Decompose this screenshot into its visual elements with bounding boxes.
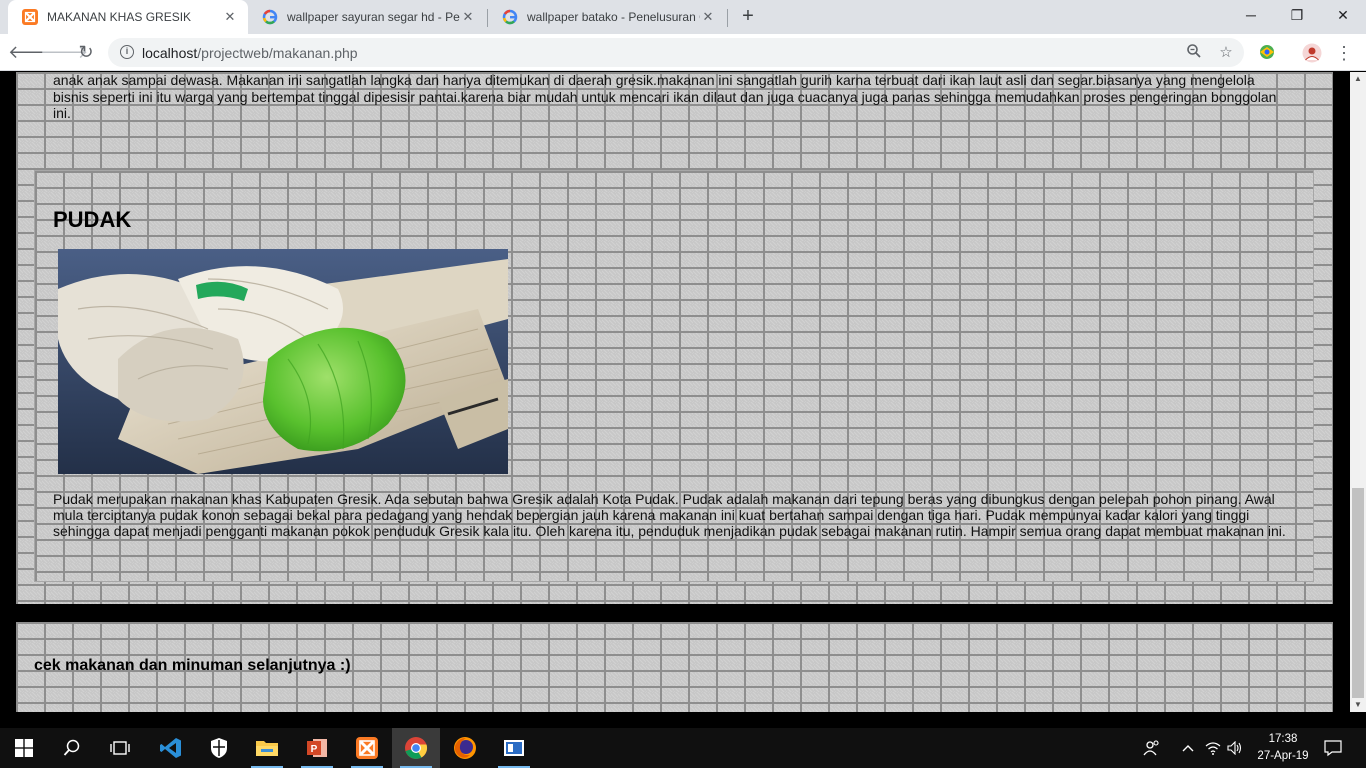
footer-link-text: cek makanan dan minuman selanjutnya :): [34, 657, 351, 674]
google-icon: [262, 9, 278, 25]
windows-security-icon[interactable]: [195, 728, 243, 768]
scroll-up-arrow-icon[interactable]: ▲: [1350, 72, 1366, 86]
tab-title: MAKANAN KHAS GRESIK: [47, 10, 192, 24]
tab-divider: [727, 9, 728, 27]
pudak-image: [58, 249, 508, 474]
scroll-down-arrow-icon[interactable]: ▼: [1350, 698, 1366, 712]
powerpoint-icon[interactable]: P: [293, 728, 341, 768]
windows-taskbar: P 17:38 27-Apr-19: [0, 728, 1366, 768]
tab-title: wallpaper batako - Penelusuran G: [527, 10, 700, 24]
minimize-button[interactable]: ─: [1228, 0, 1274, 30]
vscode-icon[interactable]: [147, 728, 195, 768]
reload-icon: ↻: [78, 42, 94, 62]
food-title: PUDAK: [53, 207, 132, 232]
wifi-icon[interactable]: [1203, 728, 1223, 768]
chevron-up-icon[interactable]: [1178, 728, 1198, 768]
browser-menu-icon[interactable]: ⋮: [1334, 43, 1354, 63]
food-description: Pudak merupakan makanan khas Kabupaten G…: [53, 491, 1286, 540]
new-tab-button[interactable]: +: [737, 5, 759, 27]
close-window-button[interactable]: ✕: [1320, 0, 1366, 30]
tab-title: wallpaper sayuran segar hd - Pen: [287, 10, 460, 24]
url-host: localhost: [142, 45, 198, 61]
site-info-icon[interactable]: i: [120, 45, 134, 59]
forward-button[interactable]: 🡒: [40, 39, 88, 65]
reload-button[interactable]: ↻: [73, 39, 99, 65]
profile-avatar-icon[interactable]: [1302, 43, 1322, 63]
previous-item-description: anak anak sampai dewasa. Makanan ini san…: [53, 72, 1277, 121]
notification-center-icon[interactable]: [1320, 728, 1346, 768]
browser-toolbar: 🡐 🡒 ↻ i localhost/projectweb/makanan.php…: [0, 34, 1366, 71]
url-text: localhost/projectweb/makanan.php: [142, 45, 358, 61]
chrome-icon[interactable]: [392, 728, 440, 768]
task-view-icon[interactable]: [96, 728, 144, 768]
food-card-pudak: PUDAK Pudak merupakan makanan khas Kabup…: [34, 170, 1314, 582]
restore-button[interactable]: ❐: [1274, 0, 1320, 30]
content-panel: anak anak sampai dewasa. Makanan ini san…: [16, 72, 1333, 604]
tab-makanan-khas-gresik[interactable]: MAKANAN KHAS GRESIK ✕: [8, 0, 248, 34]
bookmark-star-icon[interactable]: ☆: [1216, 43, 1236, 63]
search-icon[interactable]: [48, 728, 96, 768]
footer-panel: cek makanan dan minuman selanjutnya :): [16, 622, 1333, 712]
tab-wallpaper-sayuran[interactable]: wallpaper sayuran segar hd - Pen ✕: [248, 0, 486, 34]
browser-tab-strip: MAKANAN KHAS GRESIK ✕ wallpaper sayuran …: [0, 0, 1366, 34]
extension-icon[interactable]: [1257, 43, 1277, 63]
remote-app-icon[interactable]: [490, 728, 538, 768]
zoom-icon[interactable]: [1184, 43, 1204, 63]
xampp-icon[interactable]: [343, 728, 391, 768]
firefox-icon[interactable]: [441, 728, 489, 768]
tab-wallpaper-batako[interactable]: wallpaper batako - Penelusuran G ✕: [488, 0, 726, 34]
close-tab-icon[interactable]: ✕: [460, 9, 476, 25]
clock-date: 27-Apr-19: [1257, 750, 1309, 762]
volume-icon[interactable]: [1225, 728, 1245, 768]
scrollbar-thumb[interactable]: [1352, 488, 1364, 698]
url-path: /projectweb/makanan.php: [197, 45, 358, 61]
back-button[interactable]: 🡐: [8, 39, 56, 65]
people-icon[interactable]: [1140, 728, 1164, 768]
file-explorer-icon[interactable]: [243, 728, 291, 768]
clock-time: 17:38: [1268, 733, 1298, 745]
page-viewport: anak anak sampai dewasa. Makanan ini san…: [0, 72, 1350, 712]
system-clock[interactable]: 17:38 27-Apr-19: [1250, 731, 1316, 765]
svg-text:P: P: [311, 744, 318, 755]
xampp-icon: [22, 9, 38, 25]
windows-start-icon[interactable]: [0, 728, 48, 768]
close-tab-icon[interactable]: ✕: [222, 9, 238, 25]
address-bar[interactable]: i localhost/projectweb/makanan.php ☆: [108, 38, 1244, 67]
page-scrollbar[interactable]: ▲ ▼: [1350, 72, 1366, 712]
google-icon: [502, 9, 518, 25]
close-tab-icon[interactable]: ✕: [700, 9, 716, 25]
